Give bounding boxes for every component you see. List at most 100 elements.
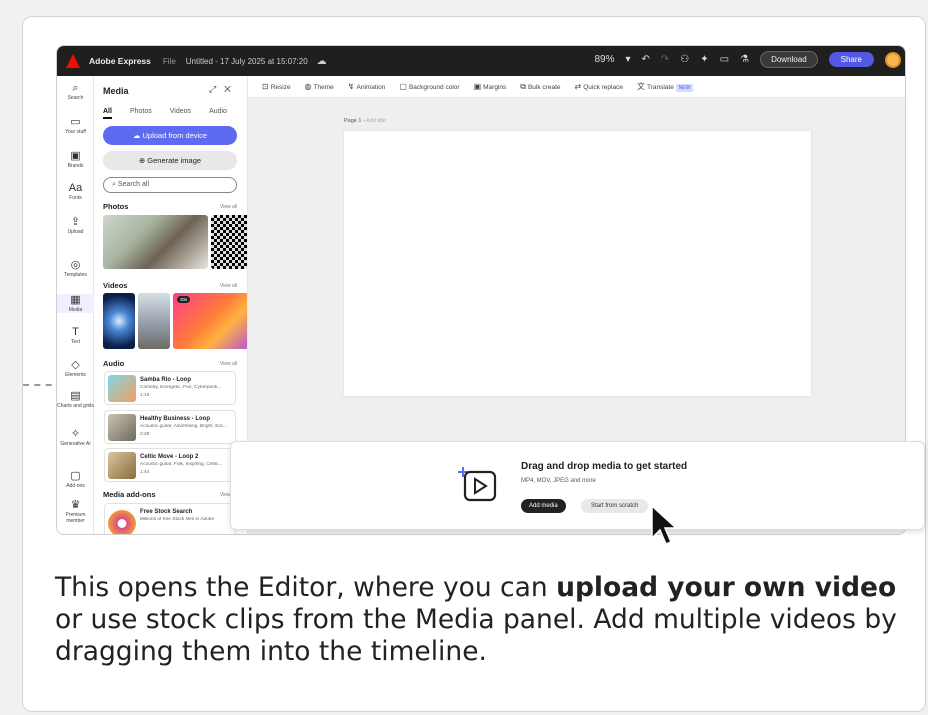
rail-item-templates[interactable]: ◎ Templates [57,259,94,278]
translate-icon: 文 [636,82,645,91]
audio-duration: 2:28 [140,432,150,437]
toolbar-label: Theme [313,84,334,91]
addon-description: Millions of free Stock files in Adobe [140,517,215,522]
fonts-icon: Aa [68,182,83,194]
generate-image-button[interactable]: ⊕ Generate image [103,151,237,170]
supported-formats: MP4, MOV, JPEG and more [521,478,596,484]
caption-part: This opens the Editor, where you can [55,572,557,603]
text-icon: T [72,326,79,338]
panel-controls: ⤢✕ [209,84,239,95]
undo-icon[interactable]: ↶ [642,54,650,65]
flask-icon[interactable]: ⚗ [740,54,749,65]
file-menu[interactable]: File [163,57,176,66]
audio-view-all-link[interactable]: View all [220,361,237,367]
panel-tabs: All Photos Videos Audio [103,108,227,119]
generate-label: Generate image [147,156,202,165]
audio-title: Samba Rio - Loop [140,377,191,383]
resize-button[interactable]: ⊡ Resize [262,82,291,91]
canvas-page[interactable] [344,131,811,396]
tab-photos[interactable]: Photos [130,108,152,119]
rail-item-media[interactable]: ▦ Media [57,294,94,313]
audio-item[interactable]: Celtic Move - Loop 2 Acoustic guitar, Fo… [104,448,236,482]
quick-replace-icon: ⇄ [574,82,582,91]
videos-view-all-link[interactable]: View all [220,283,237,289]
comment-icon[interactable]: ▭ [720,54,729,65]
rail-label: Brands [67,163,84,169]
quick-replace-button[interactable]: ⇄ Quick replace [575,82,623,91]
tab-audio[interactable]: Audio [209,108,227,119]
expand-icon[interactable]: ⤢ [209,84,224,94]
rail-item-upload[interactable]: ⇪ Upload [57,216,94,235]
lightbulb-icon[interactable]: ✦ [700,54,708,65]
rail-label: Generative AI [60,441,91,447]
folder-icon: ▭ [70,116,81,128]
toolbar-label: Resize [270,84,291,91]
rail-label: Upload [67,229,84,235]
rail-item-search[interactable]: ⌕ Search [57,82,94,101]
rail-item-fonts[interactable]: Aa Fonts [57,182,94,201]
photos-view-all-link[interactable]: View all [220,204,237,210]
rail-item-generative-ai[interactable]: ✧ Generative AI [57,428,94,447]
addon-item[interactable]: Free Stock Search Millions of free Stock… [104,503,236,534]
audio-tags: Acoustic guitar, Folk, Inspiring, Celtic… [140,462,223,467]
rail-label: Elements [65,372,86,378]
margins-icon: ▣ [473,82,482,91]
share-button[interactable]: Share [828,52,874,67]
templates-icon: ◎ [70,259,81,271]
audio-item[interactable]: Samba Rio - Loop Comedy, Energetic, Fun,… [104,371,236,405]
rail-item-your-stuff[interactable]: ▭ Your stuff [57,116,94,135]
start-from-scratch-button[interactable]: Start from scratch [581,499,649,513]
document-title[interactable]: Untitled - 17 July 2025 at 15:07:20 [186,57,308,66]
animation-icon: ↯ [347,82,355,91]
sparkle-icon: ✧ [70,428,81,440]
upload-icon: ⇪ [70,216,81,228]
media-panel: Media ⤢✕ All Photos Videos Audio ☁ Uploa… [94,76,248,534]
bulk-create-icon: ⧉ [520,81,526,91]
redo-icon[interactable]: ↷ [661,54,669,65]
video-thumbnail[interactable] [103,293,135,349]
adobe-express-logo-icon[interactable] [66,54,80,68]
audio-thumbnail [108,452,136,479]
close-icon[interactable]: ✕ [224,84,239,94]
add-title-link[interactable]: Add title [366,118,386,124]
upload-from-device-button[interactable]: ☁ Upload from device [103,126,237,145]
download-button[interactable]: Download [760,51,818,68]
elements-icon: ◇ [71,359,80,371]
video-thumbnail[interactable] [138,293,170,349]
theme-icon: ◍ [304,82,312,91]
add-media-button[interactable]: Add media [521,499,566,513]
caption-text: This opens the Editor, where you can upl… [55,572,905,668]
translate-button[interactable]: 文 Translate NEW [636,81,694,92]
photo-thumbnail[interactable] [211,215,247,269]
caption-emphasis: upload your own video [556,572,897,603]
photo-thumbnail[interactable] [103,215,208,269]
top-bar: Adobe Express File Untitled - 17 July 20… [57,46,905,76]
rail-label: Media [68,307,83,313]
background-color-button[interactable]: ▢ Background color [399,82,459,91]
search-input[interactable]: ⌕ Search all [103,177,237,193]
avatar[interactable] [885,51,901,68]
audio-duration: 1:16 [140,393,150,398]
panel-title: Media [103,86,129,96]
rail-item-elements[interactable]: ◇ Elements [57,359,94,378]
media-icon: ▦ [70,294,81,306]
rail-item-text[interactable]: T Text [57,326,94,345]
chevron-down-icon[interactable]: ▾ [625,54,630,65]
zoom-level[interactable]: 89% [594,54,614,65]
rail-item-add-ons[interactable]: ▢ Add-ons [57,470,94,489]
tab-all[interactable]: All [103,108,112,119]
bulk-create-button[interactable]: ⧉ Bulk create [520,82,560,92]
animation-button[interactable]: ↯ Animation [348,82,386,91]
rail-item-premium[interactable]: ♛ Premium member [57,499,94,524]
theme-button[interactable]: ◍ Theme [305,82,334,91]
margins-button[interactable]: ▣ Margins [474,82,507,91]
invite-user-icon[interactable]: ⚇ [680,54,689,65]
rail-item-charts[interactable]: ▤ Charts and grids [57,390,94,409]
tab-videos[interactable]: Videos [170,108,191,119]
audio-item[interactable]: Healthy Business - Loop Acoustic guitar,… [104,410,236,444]
mouse-cursor-icon [651,504,678,545]
rail-item-brands[interactable]: ▣ Brands [57,150,94,169]
rail-label: Fonts [69,195,82,201]
toolbar-label: Translate [646,84,674,91]
toolbar-label: Animation [356,84,386,91]
